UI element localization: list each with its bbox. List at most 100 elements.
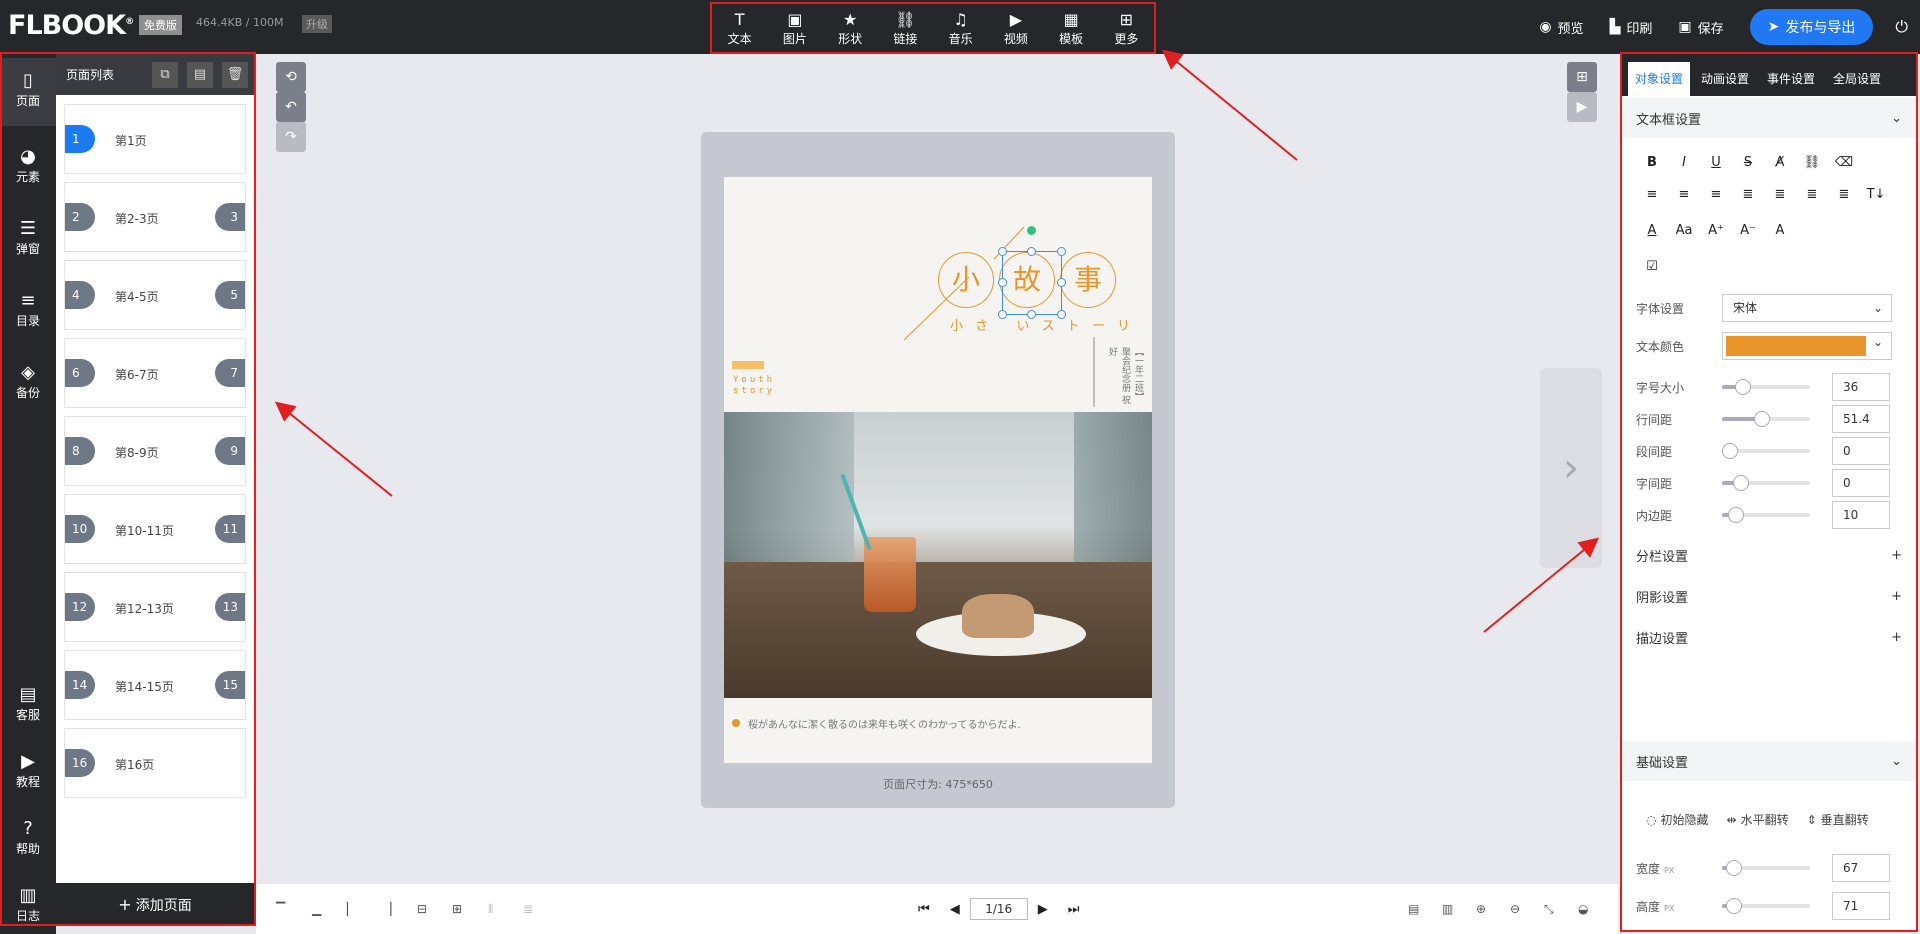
tab-animation[interactable]: 动画设置 [1694, 62, 1756, 96]
page-number-input[interactable]: 1/16 [969, 898, 1028, 920]
power-icon[interactable]: ⏻ [1895, 17, 1908, 37]
add-layer-icon[interactable]: ⊞ [1567, 62, 1597, 92]
padding-slider[interactable] [1722, 507, 1810, 523]
tool-shape[interactable]: ★ 形状 [824, 10, 876, 47]
superscript-icon[interactable]: A⁺ [1700, 218, 1732, 244]
copy-page-icon[interactable]: ⧉ [152, 62, 178, 88]
align-center-icon[interactable]: ⊞ [452, 902, 462, 916]
last-page-icon[interactable]: ⏭ [1068, 902, 1080, 917]
nav-backup[interactable]: ◈ 备份 [0, 354, 56, 401]
tool-music[interactable]: ♫ 音乐 [935, 10, 987, 47]
align-left-icon[interactable]: ▏ [347, 902, 356, 916]
font-size-slider[interactable] [1722, 379, 1810, 395]
basic-section-header[interactable]: 基础设置 ⌄ [1622, 741, 1916, 781]
strikethrough-icon[interactable]: S [1732, 150, 1764, 176]
publish-button[interactable]: ➤ 发布与导出 [1749, 9, 1874, 45]
width-slider[interactable] [1722, 860, 1810, 876]
justify-icon[interactable]: ≣ [1732, 182, 1764, 208]
page-item[interactable]: 16 第16页 [64, 728, 246, 798]
double-page-icon[interactable]: ▥ [1442, 902, 1453, 916]
title-char-3[interactable]: 事 [1060, 252, 1116, 308]
slider-knob[interactable] [1722, 443, 1738, 459]
page-item[interactable]: 14 第14-15页 15 [64, 650, 246, 720]
height-input[interactable]: 71 [1832, 892, 1890, 920]
paragraph-spacing-slider[interactable] [1722, 443, 1810, 459]
font-style-icon[interactable]: A̸ [1764, 150, 1796, 176]
text-effect-icon[interactable]: A [1764, 218, 1796, 244]
initial-hide-button[interactable]: ◌ 初始隐藏 [1646, 811, 1709, 828]
redo-icon[interactable]: ↷ [276, 122, 306, 152]
height-slider[interactable] [1722, 898, 1810, 914]
duplicate-page-icon[interactable]: ▤ [187, 62, 213, 88]
auto-save-icon[interactable]: ⟲ [276, 62, 306, 92]
play-icon[interactable]: ▶ [1567, 92, 1597, 122]
text-direction-icon[interactable]: T↓ [1860, 182, 1892, 208]
font-color-icon[interactable]: A [1636, 218, 1668, 244]
preview-button[interactable]: ◉ 预览 [1539, 18, 1583, 37]
nav-page[interactable]: ▯ 页面 [0, 58, 56, 126]
fit-icon[interactable]: ⤡ [1544, 902, 1554, 917]
paragraph-spacing-input[interactable]: 0 [1832, 437, 1890, 465]
resize-handle[interactable] [1057, 247, 1066, 256]
slider-knob[interactable] [1727, 507, 1744, 523]
page-item[interactable]: 8 第8-9页 9 [64, 416, 246, 486]
bottom-caption[interactable]: 桜があんなに潔く散るのは来年も咲くのわかってるからだよ. [748, 716, 1021, 731]
bold-icon[interactable]: B [1636, 150, 1668, 176]
font-size-input[interactable]: 36 [1832, 373, 1890, 401]
width-input[interactable]: 67 [1832, 854, 1890, 882]
line-height-input[interactable]: 51.4 [1832, 405, 1890, 433]
align-right-icon[interactable]: ▕ [382, 902, 391, 916]
underline-icon[interactable]: U [1700, 150, 1732, 176]
zoom-out-icon[interactable]: ⊖ [1510, 902, 1520, 916]
slider-knob[interactable] [1734, 379, 1751, 395]
align-top-icon[interactable]: ▔ [276, 902, 285, 916]
distribute-h-icon[interactable]: ⦀ [488, 902, 493, 917]
font-select[interactable]: 宋体 ⌄ [1722, 294, 1892, 322]
app-logo[interactable]: FLBOOK® [8, 10, 134, 41]
page-item[interactable]: 12 第12-13页 13 [64, 572, 246, 642]
delete-page-icon[interactable]: 🗑 [222, 62, 248, 88]
letter-spacing-input[interactable]: 0 [1832, 469, 1890, 497]
settings-icon[interactable]: ◒ [1578, 902, 1588, 916]
page-item[interactable]: 6 第6-7页 7 [64, 338, 246, 408]
page-item[interactable]: 10 第10-11页 11 [64, 494, 246, 564]
vertical-caption[interactable]: 【一年二班】 聚会纪念册 祝好 [1084, 347, 1144, 407]
line-height-slider[interactable] [1722, 411, 1810, 427]
slider-knob[interactable] [1732, 475, 1749, 491]
nav-service[interactable]: ▤ 客服 [0, 684, 56, 723]
tab-global[interactable]: 全局设置 [1826, 62, 1888, 96]
single-page-icon[interactable]: ▤ [1408, 902, 1419, 916]
subscript-icon[interactable]: A⁻ [1732, 218, 1764, 244]
tool-link[interactable]: ⛓ 链接 [879, 10, 931, 47]
align-right-text-icon[interactable]: ≡ [1700, 182, 1732, 208]
slider-knob[interactable] [1754, 411, 1771, 427]
selection-box[interactable] [1002, 251, 1062, 315]
align-left-text-icon[interactable]: ≡ [1636, 182, 1668, 208]
slider-knob[interactable] [1725, 898, 1742, 914]
tool-text[interactable]: T 文本 [714, 10, 766, 47]
resize-handle[interactable] [998, 278, 1007, 287]
page-item[interactable]: 2 第2-3页 3 [64, 182, 246, 252]
next-page-icon[interactable]: ▶ [1038, 902, 1048, 917]
nav-popup[interactable]: ☰ 弹窗 [0, 210, 56, 257]
nav-help[interactable]: ? 帮助 [0, 818, 56, 857]
eraser-icon[interactable]: ⌫ [1828, 150, 1860, 176]
text-box-icon[interactable]: ☑ [1636, 254, 1668, 280]
page-item[interactable]: 4 第4-5页 5 [64, 260, 246, 330]
column-section[interactable]: 分栏设置 + [1622, 535, 1916, 576]
textbox-section-header[interactable]: 文本框设置 ⌄ [1622, 98, 1916, 138]
tab-event[interactable]: 事件设置 [1760, 62, 1822, 96]
indent-icon[interactable]: ≣ [1796, 182, 1828, 208]
nav-log[interactable]: ▥ 日志 [0, 885, 56, 924]
align-center-text-icon[interactable]: ≡ [1668, 182, 1700, 208]
nav-catalog[interactable]: ≡ 目录 [0, 282, 56, 329]
resize-handle[interactable] [1057, 278, 1066, 287]
tool-video[interactable]: ▶ 视频 [990, 10, 1042, 47]
add-page-button[interactable]: + 添加页面 [56, 883, 254, 926]
outdent-icon[interactable]: ≣ [1828, 182, 1860, 208]
align-bottom-icon[interactable]: ▁ [312, 902, 321, 916]
page-canvas[interactable]: 小 故 事 小 さ い ス ト ー リ Youth story 【一年二班】 聚… [724, 177, 1152, 763]
print-button[interactable]: ▙ 印刷 [1610, 18, 1653, 37]
zoom-in-icon[interactable]: ⊕ [1476, 902, 1486, 916]
distribute-v-icon[interactable]: ≣ [523, 902, 533, 916]
